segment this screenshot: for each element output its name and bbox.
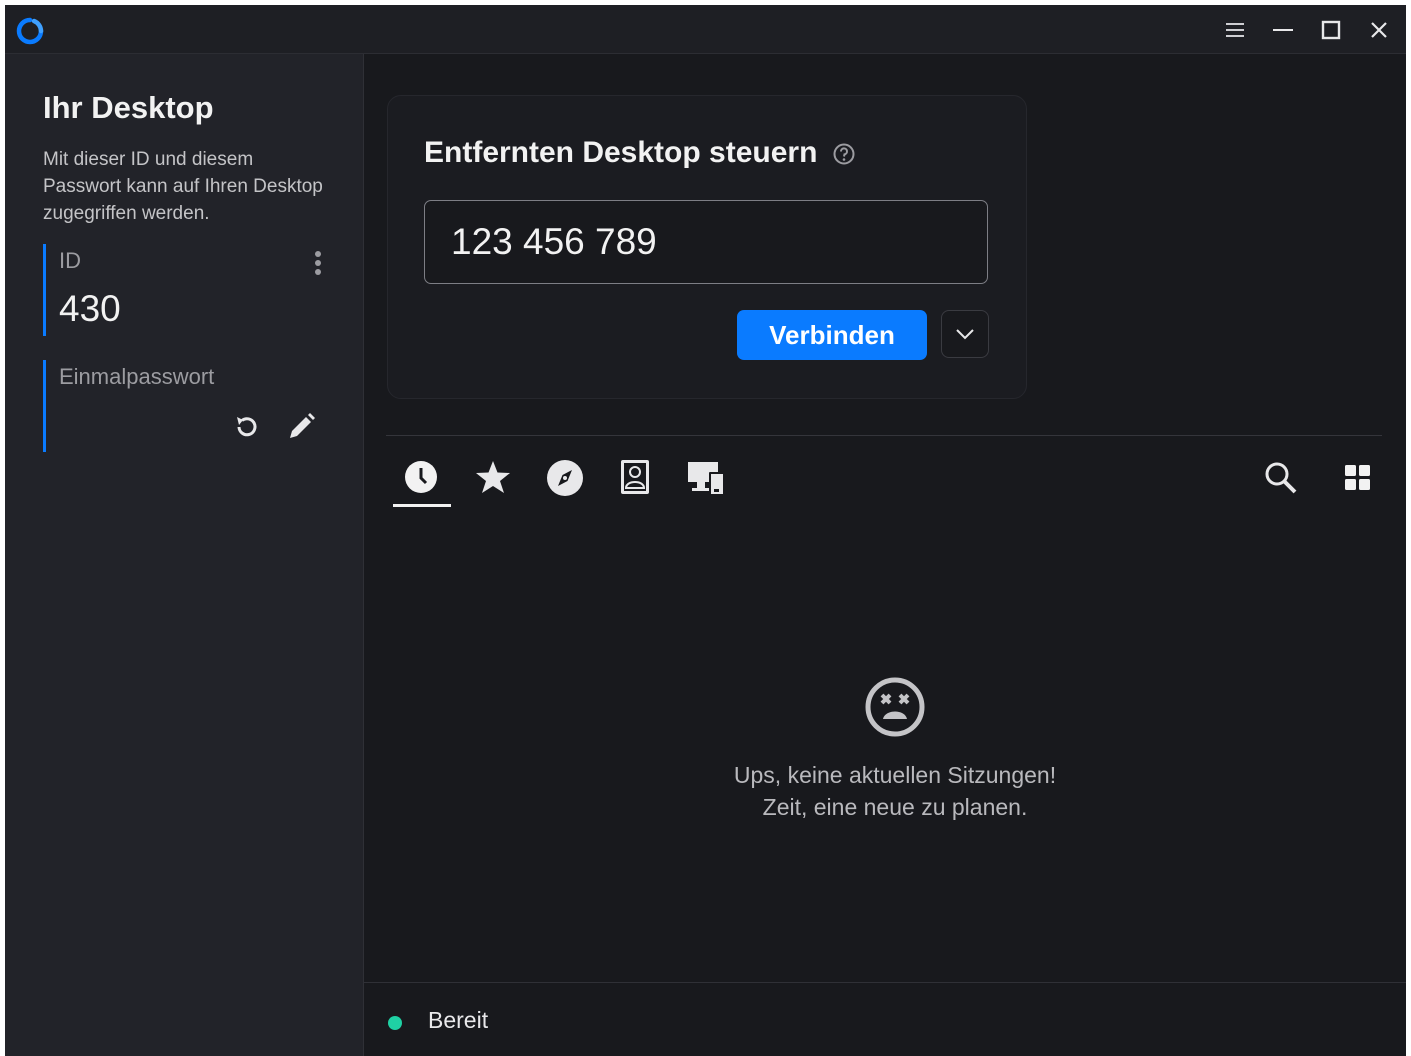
id-value[interactable]: 430 [59,288,121,330]
maximize-icon[interactable] [1316,15,1346,45]
title-bar [5,5,1406,54]
help-icon[interactable] [832,142,856,166]
sidebar-title: Ihr Desktop [43,90,214,125]
status-text: Bereit [428,1007,489,1033]
compass-icon [547,460,583,496]
password-section: Einmalpasswort [43,360,336,452]
status-indicator [388,1016,402,1030]
remote-id-input[interactable] [424,200,988,284]
contact-icon [621,460,649,494]
app-window: Ihr Desktop Mit dieser ID und diesem Pas… [5,5,1406,1056]
tab-favorites[interactable] [465,453,521,507]
grid-view-icon[interactable] [1341,461,1375,495]
refresh-icon[interactable] [230,410,264,444]
more-vertical-icon[interactable] [308,248,328,282]
empty-state-line-2: Zeit, eine neue zu planen. [762,794,1028,820]
clock-icon [405,461,437,493]
connect-card: Entfernten Desktop steuern Verbinden [387,95,1027,399]
tab-recent-sessions[interactable] [393,453,451,507]
password-label: Einmalpasswort [59,364,215,389]
empty-state-message: Ups, keine aktuellen Sitzungen! Zeit, ei… [645,759,1145,823]
connect-options-dropdown[interactable] [941,310,989,358]
connect-title-text: Entfernten Desktop steuern [424,136,818,169]
star-icon [476,461,510,493]
chevron-down-icon [956,329,974,340]
devices-icon [688,462,725,495]
menu-icon[interactable] [1220,15,1250,45]
tab-discovered[interactable] [537,453,593,507]
divider [386,435,1382,436]
search-icon[interactable] [1264,461,1298,495]
connect-button[interactable]: Verbinden [737,310,927,360]
sidebar-description: Mit dieser ID und diesem Passwort kann a… [43,149,323,224]
id-label: ID [59,248,81,273]
app-logo-icon [16,17,44,45]
tab-address-book[interactable] [607,453,663,507]
connect-title: Entfernten Desktop steuern [424,136,856,170]
status-bar: Bereit [364,982,1406,1056]
close-icon[interactable] [1364,15,1394,45]
empty-state-line-1: Ups, keine aktuellen Sitzungen! [733,762,1057,788]
sad-face-icon [865,677,925,737]
pencil-icon[interactable] [284,410,318,444]
sidebar: Ihr Desktop Mit dieser ID und diesem Pas… [5,54,364,1056]
minimize-icon[interactable] [1268,15,1298,45]
tab-devices[interactable] [679,453,735,507]
id-section: ID 430 [43,244,336,336]
